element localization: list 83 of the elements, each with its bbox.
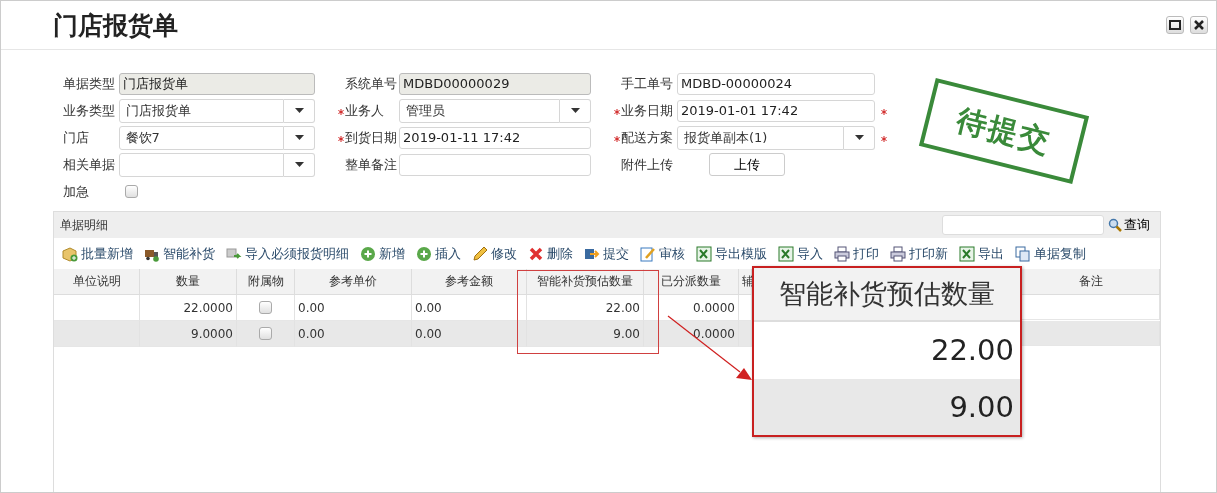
spreadsheet-icon [778, 245, 794, 262]
dropdown-field[interactable] [118, 152, 316, 177]
toolbar-button[interactable]: 审核 [640, 244, 685, 263]
toolbar-button[interactable]: 单据复制 [1015, 244, 1086, 263]
plus-circle-icon [360, 245, 376, 262]
caret-icon [294, 108, 304, 113]
field-label: 手工单号 [621, 74, 674, 93]
column-header[interactable]: 单位说明 [54, 269, 140, 295]
window-title: 门店报货单 [53, 9, 179, 42]
toolbar-button[interactable]: 新增 [360, 244, 405, 263]
field-label: 配送方案 [621, 128, 674, 147]
toolbar-button[interactable]: 导入必须报货明细 [226, 244, 349, 263]
readonly-field[interactable]: 门店报货单 [118, 72, 316, 95]
text-field[interactable]: MDBD-00000024 [677, 72, 875, 95]
column-header[interactable]: 智能补货预估数量 [527, 269, 644, 295]
readonly-field[interactable]: MDBD00000029 [399, 72, 592, 95]
column-header[interactable]: 备注 [1022, 269, 1160, 295]
panel-title: 单据明细 [60, 216, 109, 234]
toolbar-button[interactable]: 批量新增 [62, 244, 133, 263]
status-stamp: 待提交 [918, 77, 1090, 185]
field-label: 单据类型 [62, 74, 116, 93]
field-label: 门店 [62, 128, 90, 147]
printer-icon [890, 245, 906, 262]
copy-icon [1015, 245, 1031, 262]
toolbar-button[interactable]: 导入 [778, 244, 823, 263]
toolbar-button[interactable]: 导出 [959, 244, 1004, 263]
table-cell: 0.00 [412, 321, 527, 347]
caret-icon [294, 135, 304, 140]
table-cell: 0.0000 [644, 321, 739, 347]
field-label: 到货日期 [344, 128, 398, 147]
table-cell: 0.00 [295, 321, 412, 347]
field-label: 系统单号 [344, 74, 398, 93]
toolbar-button[interactable]: 修改 [472, 244, 517, 263]
text-field[interactable]: 2019-01-01 17:42 [677, 99, 875, 122]
checkbox[interactable] [259, 327, 272, 340]
toolbar-button[interactable]: 打印 [834, 244, 879, 263]
table-cell: 9.0000 [140, 321, 237, 347]
toolbar-button[interactable]: 导出模版 [696, 244, 767, 263]
toolbar-button[interactable]: 打印新 [890, 244, 948, 263]
callout-value: 9.00 [754, 378, 1020, 435]
pencil-icon [472, 245, 488, 262]
field-label: 业务日期 [621, 101, 674, 120]
checkbox[interactable] [125, 185, 138, 198]
column-header[interactable]: 已分派数量 [644, 269, 739, 295]
maximize-icon [1169, 20, 1181, 30]
caret-icon [294, 162, 304, 167]
text-field[interactable]: 2019-01-11 17:42 [399, 126, 592, 149]
document-pencil-icon [640, 245, 656, 262]
spreadsheet-icon [959, 245, 975, 262]
search-button[interactable]: 查询 [1104, 216, 1154, 234]
toolbar-button[interactable]: 提交 [584, 244, 629, 263]
column-header[interactable]: 数量 [140, 269, 237, 295]
search-field[interactable] [942, 215, 1104, 235]
field-label: 相关单据 [62, 155, 116, 174]
delete-icon [528, 245, 544, 262]
callout-value: 22.00 [929, 332, 1015, 370]
table-cell: 9.00 [527, 321, 644, 347]
callout-header: 智能补货预估数量 [754, 268, 1020, 322]
close-icon [1194, 20, 1204, 30]
maximize-button[interactable] [1166, 16, 1184, 34]
field-label: 加急 [63, 182, 90, 201]
checkbox[interactable] [259, 301, 272, 314]
close-button[interactable] [1190, 16, 1208, 34]
toolbar-button[interactable]: 插入 [416, 244, 461, 263]
search-icon [1108, 218, 1122, 232]
box-icon [62, 245, 78, 262]
column-header[interactable]: 参考单价 [295, 269, 412, 295]
spreadsheet-icon [696, 245, 712, 262]
caret-icon [570, 108, 580, 113]
table-row[interactable]: 9.0000 0.00 0.00 9.00 0.0000 [54, 321, 752, 347]
field-label: 附件上传 [621, 155, 674, 174]
column-header[interactable]: 参考金额 [412, 269, 527, 295]
field-label: 整单备注 [344, 155, 398, 174]
caret-icon [854, 135, 864, 140]
column-header[interactable]: 附属物 [237, 269, 295, 295]
field-label: 业务类型 [62, 101, 116, 120]
printer-icon [834, 245, 850, 262]
plus-circle-icon [416, 245, 432, 262]
field-label: 业务人 [344, 101, 385, 120]
toolbar-button[interactable]: 删除 [528, 244, 573, 263]
text-field[interactable] [399, 153, 592, 176]
toolbar-button[interactable]: 智能补货 [144, 244, 215, 263]
upload-button[interactable]: 上传 [709, 153, 785, 176]
